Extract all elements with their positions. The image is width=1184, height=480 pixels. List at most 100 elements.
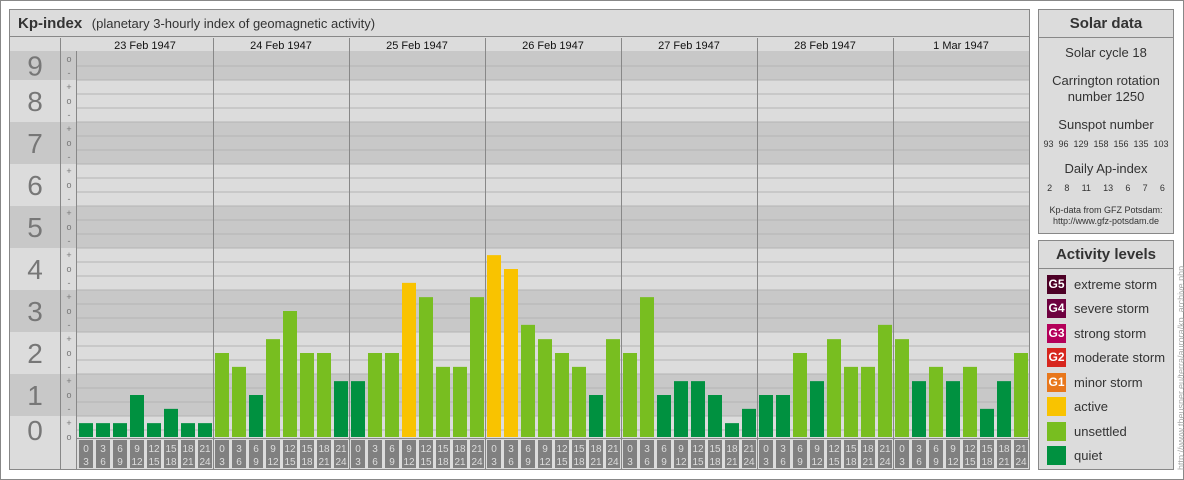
y-subtick-label: o — [66, 180, 71, 190]
y-subtick-label: o — [66, 96, 71, 106]
kp-bar — [793, 353, 807, 437]
y-subtick-label: o — [66, 138, 71, 148]
y-subtick-label: o — [66, 264, 71, 274]
legend-item: G3 strong storm — [1039, 321, 1173, 346]
y-tick-label: 9 — [27, 51, 43, 82]
y-subtick-label: + — [66, 334, 71, 344]
y-tick-label: 3 — [27, 296, 43, 327]
y-subtick-label: + — [66, 166, 71, 176]
interval-start: 9 — [134, 444, 140, 455]
kp-bar — [249, 395, 263, 437]
interval-start: 0 — [491, 444, 497, 455]
kp-bar — [130, 395, 144, 437]
interval-start: 15 — [709, 444, 721, 455]
data-credit-link[interactable]: http://www.gfz-potsdam.de — [1039, 216, 1173, 227]
legend-swatch — [1047, 446, 1066, 466]
interval-end: 15 — [556, 457, 568, 468]
interval-end: 24 — [335, 457, 347, 468]
kp-bar — [572, 366, 586, 437]
kp-band — [10, 332, 1029, 374]
legend-item: G5 extreme storm — [1039, 272, 1173, 297]
sunspot-value: 156 — [1113, 139, 1129, 149]
kp-band — [10, 206, 1029, 248]
legend-label: unsettled — [1074, 423, 1127, 439]
interval-end: 3 — [763, 457, 769, 468]
interval-end: 12 — [811, 457, 823, 468]
legend-label: moderate storm — [1074, 350, 1166, 366]
interval-end: 6 — [372, 457, 378, 468]
kp-bar — [181, 423, 195, 437]
interval-end: 3 — [355, 457, 361, 468]
interval-end: 12 — [539, 457, 551, 468]
interval-end: 6 — [644, 457, 650, 468]
interval-end: 18 — [709, 457, 721, 468]
interval-end: 3 — [627, 457, 633, 468]
y-subtick-label: - — [68, 236, 71, 246]
kp-bar — [368, 353, 382, 437]
kp-bar — [963, 366, 977, 437]
kp-band — [10, 374, 1029, 416]
interval-end: 9 — [253, 457, 259, 468]
y-subtick-label: + — [66, 82, 71, 92]
kp-band — [10, 164, 1029, 206]
y-subtick-label: - — [68, 110, 71, 120]
interval-start: 15 — [165, 444, 177, 455]
interval-start: 6 — [933, 444, 939, 455]
sunspot-value: 158 — [1093, 139, 1109, 149]
y-tick-label: 2 — [27, 338, 43, 369]
interval-start: 15 — [981, 444, 993, 455]
interval-start: 18 — [182, 444, 194, 455]
kp-bar — [419, 297, 433, 437]
kp-bar — [113, 423, 127, 437]
legend-label: active — [1074, 399, 1108, 415]
kp-bar — [878, 324, 892, 437]
kp-bar — [776, 395, 790, 437]
interval-start: 12 — [692, 444, 704, 455]
kp-bar — [589, 395, 603, 437]
interval-end: 21 — [182, 457, 194, 468]
day-label: 27 Feb 1947 — [658, 40, 720, 52]
kp-bar — [997, 381, 1011, 437]
ap-label: Daily Ap-index — [1064, 161, 1148, 176]
interval-start: 6 — [525, 444, 531, 455]
interval-start: 6 — [661, 444, 667, 455]
day-label: 28 Feb 1947 — [794, 40, 856, 52]
interval-end: 9 — [933, 457, 939, 468]
interval-end: 21 — [862, 457, 874, 468]
watermark: http://www.theusner.eu/terra/aurora/kp_a… — [1176, 265, 1184, 470]
interval-start: 3 — [780, 444, 786, 455]
y-subtick-label: - — [68, 362, 71, 372]
y-subtick-label: - — [68, 404, 71, 414]
legend-swatch: G5 — [1047, 274, 1066, 294]
y-subtick-label: - — [68, 278, 71, 288]
interval-start: 21 — [743, 444, 755, 455]
day-label: 24 Feb 1947 — [250, 40, 312, 52]
interval-start: 15 — [437, 444, 449, 455]
kp-bar — [385, 353, 399, 437]
y-subtick-label: + — [66, 292, 71, 302]
sunspot-value: 129 — [1073, 139, 1089, 149]
interval-start: 15 — [301, 444, 313, 455]
kp-band — [10, 290, 1029, 332]
interval-end: 9 — [117, 457, 123, 468]
kp-bar — [725, 423, 739, 437]
interval-start: 0 — [355, 444, 361, 455]
interval-start: 21 — [1015, 444, 1027, 455]
interval-end: 9 — [661, 457, 667, 468]
interval-end: 24 — [879, 457, 891, 468]
kp-bar — [402, 282, 416, 437]
interval-start: 12 — [556, 444, 568, 455]
kp-bar — [929, 366, 943, 437]
y-subtick-label: o — [66, 348, 71, 358]
interval-end: 24 — [199, 457, 211, 468]
interval-start: 9 — [542, 444, 548, 455]
kp-bar — [470, 297, 484, 437]
interval-start: 6 — [117, 444, 123, 455]
kp-bar — [334, 381, 348, 437]
sunspot-label: Sunspot number — [1058, 117, 1154, 132]
kp-bar — [912, 381, 926, 437]
carrington-label: Carrington rotation — [1052, 73, 1160, 88]
interval-start: 0 — [627, 444, 633, 455]
kp-bar — [96, 423, 110, 437]
sunspot-value: 135 — [1133, 139, 1149, 149]
